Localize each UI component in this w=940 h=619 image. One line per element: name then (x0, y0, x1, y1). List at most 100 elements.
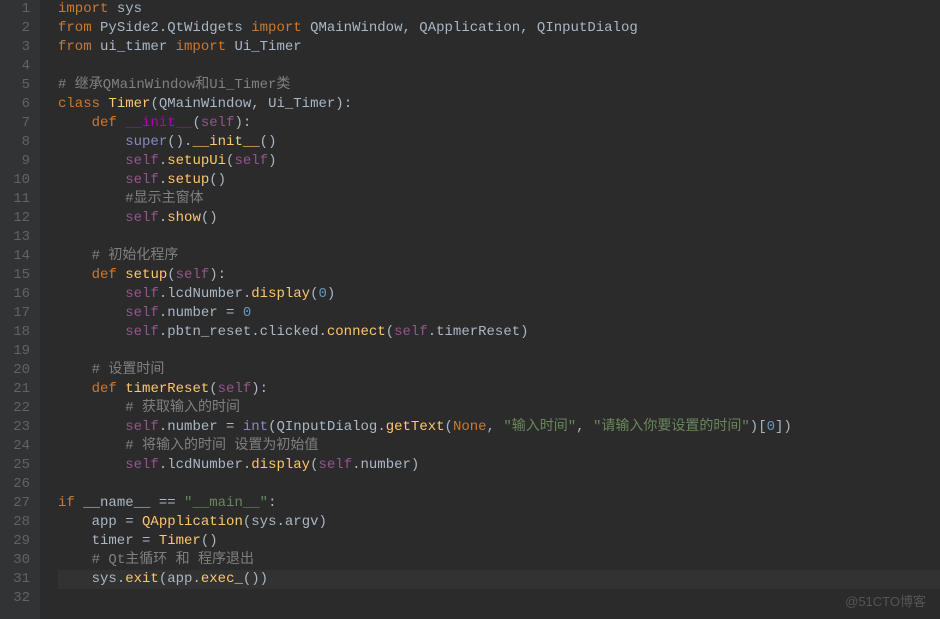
code-line[interactable]: # 获取输入的时间 (58, 399, 940, 418)
token-ident (234, 305, 242, 321)
code-line[interactable]: # 设置时间 (58, 361, 940, 380)
code-line[interactable] (58, 342, 940, 361)
token-self: self (125, 305, 159, 321)
token-paren: ) (251, 381, 259, 397)
code-editor[interactable]: 1234567891011121314151617181920212223242… (0, 0, 940, 619)
code-line[interactable]: # 继承QMainWindow和Ui_Timer类 (58, 76, 940, 95)
code-line[interactable]: timer = Timer() (58, 532, 940, 551)
token-op: : (344, 96, 352, 112)
token-op: : (218, 267, 226, 283)
line-number: 20 (8, 361, 30, 380)
code-line[interactable]: from ui_timer import Ui_Timer (58, 38, 940, 57)
code-line[interactable]: if __name__ == "__main__": (58, 494, 940, 513)
token-ident: lcdNumber (167, 457, 243, 473)
token-op: . (159, 172, 167, 188)
line-number: 22 (8, 399, 30, 418)
token-op: , (251, 96, 259, 112)
token-self: self (176, 267, 210, 283)
line-number: 18 (8, 323, 30, 342)
line-number: 19 (8, 342, 30, 361)
token-op: , (487, 419, 495, 435)
code-line[interactable] (58, 475, 940, 494)
code-line[interactable]: super().__init__() (58, 133, 940, 152)
code-line[interactable]: self.lcdNumber.display(0) (58, 285, 940, 304)
code-line[interactable]: self.setupUi(self) (58, 152, 940, 171)
token-comment: # 设置时间 (92, 362, 165, 378)
token-ident: pbtn_reset (167, 324, 251, 340)
token-paren: ( (192, 115, 200, 131)
code-line[interactable]: # Qt主循环 和 程序退出 (58, 551, 940, 570)
line-number: 17 (8, 304, 30, 323)
token-self: self (125, 324, 159, 340)
code-area[interactable]: import sysfrom PySide2.QtWidgets import … (40, 0, 940, 619)
token-ident (58, 381, 92, 397)
token-keyword: None (453, 419, 487, 435)
token-op: . (243, 457, 251, 473)
code-line[interactable]: import sys (58, 0, 940, 19)
token-self: self (125, 419, 159, 435)
code-line[interactable]: app = QApplication(sys.argv) (58, 513, 940, 532)
token-func: Timer (159, 533, 201, 549)
token-ident: number (361, 457, 411, 473)
token-comment: # 将输入的时间 设置为初始值 (125, 438, 318, 454)
line-number: 15 (8, 266, 30, 285)
token-paren: () (201, 210, 218, 226)
watermark-text: @51CTO博客 (845, 592, 926, 611)
code-line[interactable]: class Timer(QMainWindow, Ui_Timer): (58, 95, 940, 114)
token-paren: ) (411, 457, 419, 473)
code-line[interactable]: self.show() (58, 209, 940, 228)
line-number: 32 (8, 589, 30, 608)
token-ident: timerReset (436, 324, 520, 340)
line-number: 31 (8, 570, 30, 589)
code-line[interactable] (58, 57, 940, 76)
code-line[interactable]: from PySide2.QtWidgets import QMainWindo… (58, 19, 940, 38)
token-ident (58, 153, 125, 169)
code-line[interactable]: self.setup() (58, 171, 940, 190)
token-ident (150, 533, 158, 549)
line-number: 4 (8, 57, 30, 76)
line-number: 10 (8, 171, 30, 190)
token-self: self (318, 457, 352, 473)
code-line[interactable]: #显示主窗体 (58, 190, 940, 209)
token-ident: sys (251, 514, 276, 530)
token-ident (58, 457, 125, 473)
token-op: . (428, 324, 436, 340)
token-ident (176, 495, 184, 511)
code-line[interactable] (58, 228, 940, 247)
code-line[interactable]: self.number = int(QInputDialog.getText(N… (58, 418, 940, 437)
token-self: self (125, 172, 159, 188)
code-line[interactable]: sys.exit(app.exec_()) (58, 570, 940, 589)
code-line[interactable]: self.pbtn_reset.clicked.connect(self.tim… (58, 323, 940, 342)
token-ident: timer (58, 533, 142, 549)
code-line[interactable]: self.lcdNumber.display(self.number) (58, 456, 940, 475)
code-line[interactable]: def timerReset(self): (58, 380, 940, 399)
line-number: 13 (8, 228, 30, 247)
token-paren: ) (234, 115, 242, 131)
token-func: display (251, 286, 310, 302)
line-number: 14 (8, 247, 30, 266)
code-line[interactable]: # 将输入的时间 设置为初始值 (58, 437, 940, 456)
token-op: , (576, 419, 584, 435)
code-line[interactable] (58, 589, 940, 608)
token-op: . (159, 324, 167, 340)
code-line[interactable]: # 初始化程序 (58, 247, 940, 266)
token-ident (58, 248, 92, 264)
token-op: = (125, 514, 133, 530)
token-func: exec_ (201, 571, 243, 587)
token-ident: PySide2.QtWidgets (92, 20, 252, 36)
token-paren: ( (209, 381, 217, 397)
token-op: . (159, 419, 167, 435)
token-keyword: def (92, 115, 117, 131)
token-paren: () (201, 533, 218, 549)
token-paren: ( (445, 419, 453, 435)
token-ident: ui_timer (92, 39, 176, 55)
code-line[interactable]: def setup(self): (58, 266, 940, 285)
token-defname: Timer (108, 96, 150, 112)
token-paren: ) (268, 153, 276, 169)
line-number: 25 (8, 456, 30, 475)
token-self: self (125, 286, 159, 302)
token-paren: ( (159, 571, 167, 587)
code-line[interactable]: def __init__(self): (58, 114, 940, 133)
code-line[interactable]: self.number = 0 (58, 304, 940, 323)
token-ident: QApplication (411, 20, 520, 36)
